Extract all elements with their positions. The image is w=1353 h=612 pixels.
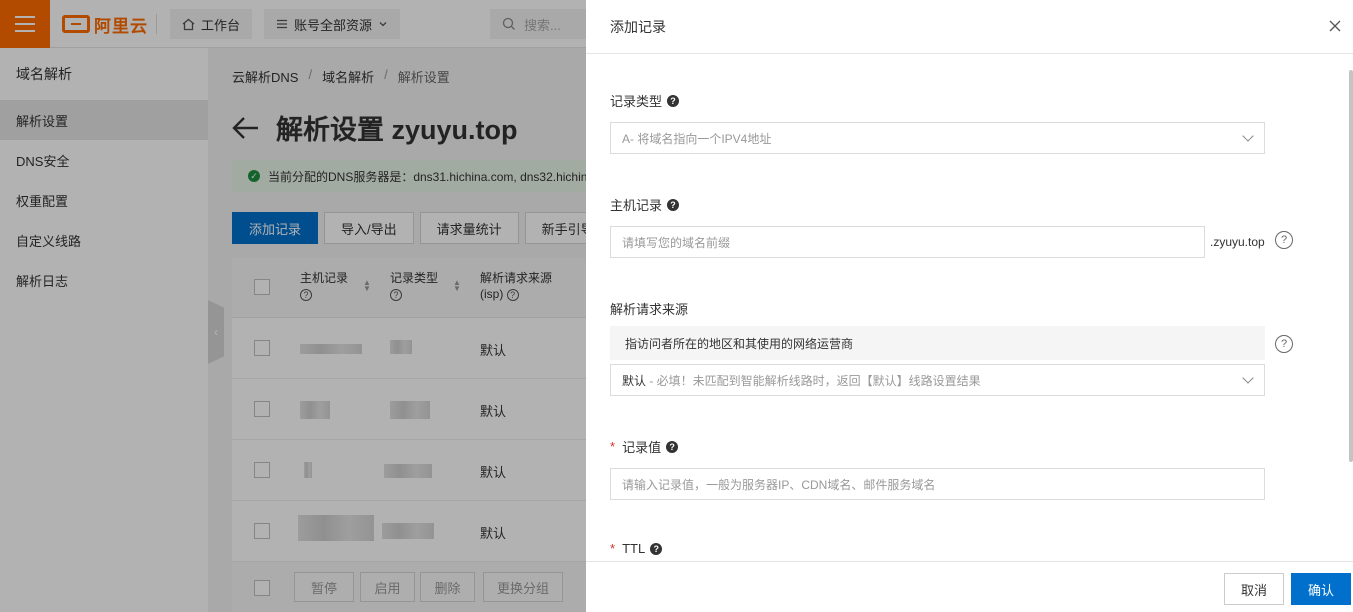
record-value-label: * 记录值 ?	[610, 437, 679, 456]
required-marker: *	[610, 541, 616, 556]
host-record-input[interactable]: 请填写您的域名前缀	[610, 226, 1205, 258]
confirm-button[interactable]: 确认	[1291, 573, 1351, 605]
drawer-scrollbar[interactable]	[1349, 70, 1353, 462]
help-icon[interactable]: ?	[666, 440, 679, 453]
domain-suffix: .zyuyu.top	[1210, 235, 1265, 249]
add-record-drawer: 添加记录 记录类型 ? A- 将域名指向一个IPV4地址 主机记录 ? 请填写您…	[586, 0, 1353, 612]
isp-hint: 指访问者所在的地区和其使用的网络运营商	[610, 326, 1265, 360]
chevron-down-icon	[1242, 130, 1254, 142]
host-record-label: 主机记录 ?	[610, 195, 680, 214]
record-type-select[interactable]: A- 将域名指向一个IPV4地址	[610, 122, 1265, 154]
question-circle-icon[interactable]: ?	[1275, 335, 1293, 353]
drawer-title: 添加记录	[610, 18, 666, 35]
required-marker: *	[610, 439, 616, 454]
question-circle-icon[interactable]: ?	[1275, 231, 1293, 249]
isp-select-value: 默认 - 必填！未匹配到智能解析线路时，返回【默认】线路设置结果	[622, 373, 981, 388]
cancel-button[interactable]: 取消	[1224, 573, 1284, 605]
isp-select[interactable]: 默认 - 必填！未匹配到智能解析线路时，返回【默认】线路设置结果	[610, 364, 1265, 396]
record-value-placeholder: 请输入记录值，一般为服务器IP、CDN域名、邮件服务域名	[622, 477, 936, 492]
drawer-footer: 取消 确认	[586, 561, 1353, 612]
record-value-input[interactable]: 请输入记录值，一般为服务器IP、CDN域名、邮件服务域名	[610, 468, 1265, 500]
help-icon[interactable]: ?	[667, 94, 680, 107]
help-icon[interactable]: ?	[667, 198, 680, 211]
record-type-label: 记录类型 ?	[610, 91, 680, 110]
chevron-down-icon	[1242, 372, 1254, 384]
drawer-header: 添加记录	[586, 0, 1353, 54]
isp-label: 解析请求来源	[610, 302, 689, 317]
host-record-placeholder: 请填写您的域名前缀	[622, 235, 731, 250]
close-icon[interactable]	[1325, 16, 1345, 36]
help-icon[interactable]: ?	[650, 542, 663, 555]
ttl-label: * TTL ?	[610, 541, 663, 556]
record-type-value: A- 将域名指向一个IPV4地址	[622, 131, 772, 146]
